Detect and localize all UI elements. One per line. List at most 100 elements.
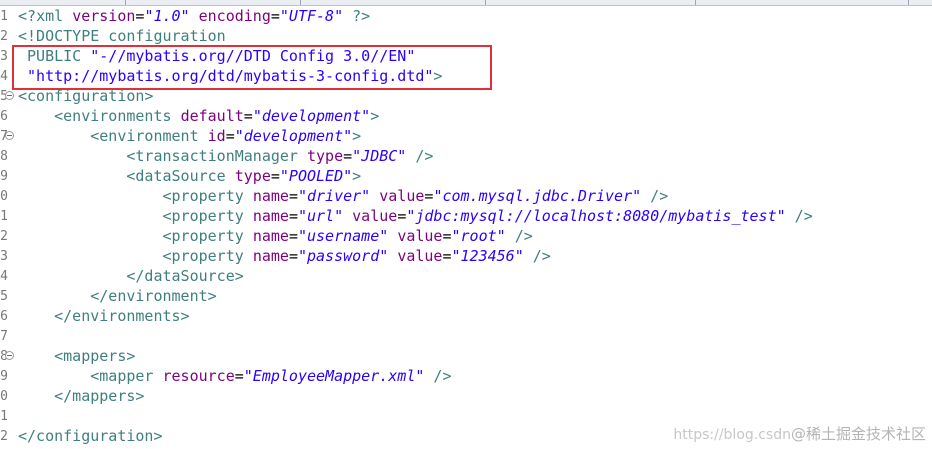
code-line-11[interactable]: <property name="url" value="jdbc:mysql:/… — [18, 206, 813, 226]
attr-name: resource — [162, 367, 235, 385]
tag-mapper: <mapper — [90, 367, 154, 385]
line-number: 3 — [0, 49, 8, 64]
line-number: 7 — [0, 329, 8, 344]
pi-open: <? — [18, 7, 37, 25]
attr-name: name — [252, 187, 289, 205]
line-number: 2 — [0, 29, 8, 44]
tag-environments-close: </environments> — [54, 307, 190, 325]
line-number: 6 — [0, 309, 8, 324]
attr-value: "jdbc:mysql://localhost:8080/mybatis_tes… — [406, 207, 786, 225]
code-line-6[interactable]: <environments default="development"> — [18, 106, 379, 126]
pi-name: xml — [36, 7, 64, 25]
attr-value: "JDBC" — [352, 147, 407, 165]
attr-value: "username" — [297, 227, 389, 245]
line-number: 0 — [0, 389, 8, 404]
attr-name: value — [352, 207, 398, 225]
code-line-2[interactable]: <!DOCTYPE configuration — [18, 26, 226, 46]
code-line-9[interactable]: <dataSource type="POOLED"> — [18, 166, 361, 186]
attr-name: version — [72, 7, 136, 25]
code-line-13[interactable]: <property name="password" value="123456"… — [18, 246, 551, 266]
tag-environment-open: <environment — [90, 127, 199, 145]
tab-separator — [125, 0, 126, 5]
code-line-22[interactable]: </configuration> — [18, 426, 163, 446]
attr-name: name — [252, 247, 289, 265]
line-number: 3 — [0, 249, 8, 264]
tag-datasource-close: </dataSource> — [126, 267, 244, 285]
tag-mappers-open: <mappers> — [54, 347, 136, 365]
attr-value: "123456" — [451, 247, 524, 265]
attr-name: value — [397, 247, 443, 265]
attr-name: type — [234, 167, 271, 185]
tag-close-bracket: > — [352, 127, 362, 145]
line-number: 1 — [0, 9, 8, 24]
tag-property: <property — [162, 207, 244, 225]
fold-collapse-icon[interactable] — [5, 131, 14, 140]
tag-self-close: /> — [424, 367, 452, 385]
tab-separator — [695, 0, 696, 5]
fold-collapse-icon[interactable] — [5, 351, 14, 360]
attr-value: "password" — [297, 247, 389, 265]
attr-name: type — [307, 147, 344, 165]
tag-mappers-close: </mappers> — [54, 387, 145, 405]
code-line-19[interactable]: <mapper resource="EmployeeMapper.xml" /> — [18, 366, 452, 386]
line-number: 1 — [0, 209, 8, 224]
code-line-18[interactable]: <mappers> — [18, 346, 135, 366]
tag-self-close: /> — [505, 227, 533, 245]
tag-property: <property — [162, 247, 244, 265]
attr-name: value — [397, 227, 443, 245]
line-number: 2 — [0, 429, 8, 444]
tab-separator — [485, 0, 486, 5]
xml-editor[interactable]: 1 2 3 4 5 6 7 8 9 0 1 2 3 4 5 6 7 8 9 0 … — [0, 0, 932, 449]
line-number: 5 — [0, 289, 8, 304]
line-number: 9 — [0, 369, 8, 384]
attr-value: "driver" — [297, 187, 371, 205]
pi-close: ?> — [343, 7, 371, 25]
tag-property: <property — [162, 187, 244, 205]
code-line-12[interactable]: <property name="username" value="root" /… — [18, 226, 533, 246]
tag-transaction-manager: <transactionManager — [126, 147, 298, 165]
attr-name: encoding — [198, 7, 271, 25]
code-line-15[interactable]: </environment> — [18, 286, 217, 306]
tag-close-bracket: > — [370, 107, 380, 125]
code-line-7[interactable]: <environment id="development"> — [18, 126, 361, 146]
tag-environment-close: </environment> — [90, 287, 217, 305]
tag-self-close: /> — [785, 207, 813, 225]
tag-self-close: /> — [641, 187, 669, 205]
code-line-16[interactable]: </environments> — [18, 306, 190, 326]
fold-collapse-icon[interactable] — [5, 91, 14, 100]
attr-name: name — [252, 227, 289, 245]
attr-value: "1.0" — [144, 7, 190, 25]
red-highlight-box — [12, 45, 492, 90]
code-line-10[interactable]: <property name="driver" value="com.mysql… — [18, 186, 669, 206]
watermark-url: https://blog.csdn — [673, 427, 791, 443]
code-line-8[interactable]: <transactionManager type="JDBC" /> — [18, 146, 433, 166]
attr-value: "POOLED" — [279, 167, 353, 185]
line-number: 2 — [0, 229, 8, 244]
attr-value: "com.mysql.jdbc.Driver" — [433, 187, 642, 205]
tab-separator — [908, 0, 909, 5]
tag-self-close: /> — [523, 247, 551, 265]
code-line-1[interactable]: <?xml version="1.0" encoding="UTF-8" ?> — [18, 6, 370, 26]
tab-separator — [300, 0, 301, 5]
line-number: 8 — [0, 149, 8, 164]
tag-environments-open: <environments — [54, 107, 172, 125]
attr-value: "development" — [252, 107, 371, 125]
tag-property: <property — [162, 227, 244, 245]
tag-self-close: /> — [406, 147, 434, 165]
attr-name: id — [207, 127, 226, 145]
attr-value: "EmployeeMapper.xml" — [243, 367, 425, 385]
attr-name: default — [180, 107, 244, 125]
watermark: https://blog.csdn@稀土掘金技术社区 — [673, 424, 926, 444]
code-line-14[interactable]: </dataSource> — [18, 266, 244, 286]
line-number: 9 — [0, 169, 8, 184]
watermark-brand: @稀土掘金技术社区 — [790, 425, 926, 443]
line-number: 4 — [0, 69, 8, 84]
line-number: 4 — [0, 269, 8, 284]
attr-value: "development" — [234, 127, 353, 145]
code-line-20[interactable]: </mappers> — [18, 386, 144, 406]
attr-name: value — [379, 187, 425, 205]
tag-close-bracket: > — [352, 167, 362, 185]
tag-datasource-open: <dataSource — [126, 167, 226, 185]
line-number: 0 — [0, 189, 8, 204]
line-number: 1 — [0, 409, 8, 424]
